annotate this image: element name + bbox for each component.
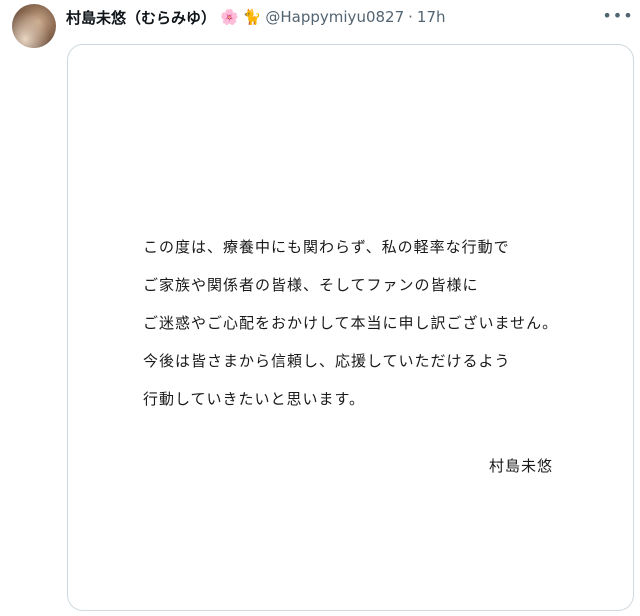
statement-line-2: ご家族や関係者の皆様、そしてファンの皆様に — [143, 276, 479, 294]
display-name[interactable]: 村島未悠（むらみゆ） — [66, 7, 216, 28]
timestamp[interactable]: 17h — [417, 8, 446, 26]
statement-line-5: 行動していきたいと思います。 — [143, 390, 366, 408]
flower-icon: 🌸 — [220, 8, 239, 26]
avatar-image — [12, 4, 56, 48]
statement-line-1: この度は、療養中にも関わらず、私の軽率な行動で — [143, 238, 510, 256]
tweet-header: 村島未悠（むらみゆ） 🌸 🐈 @Happymiyu0827 · 17h — [66, 6, 446, 28]
user-handle[interactable]: @Happymiyu0827 — [265, 8, 404, 26]
more-options-button[interactable]: ••• — [602, 4, 634, 26]
statement-line-4: 今後は皆さまから信頼し、応援していただけるよう — [143, 352, 511, 370]
avatar[interactable] — [12, 4, 56, 48]
tweet-image[interactable]: この度は、療養中にも関わらず、私の軽率な行動で ご家族や関係者の皆様、そしてファ… — [67, 44, 634, 611]
tweet: 村島未悠（むらみゆ） 🌸 🐈 @Happymiyu0827 · 17h ••• … — [0, 0, 640, 616]
statement-text: この度は、療養中にも関わらず、私の軽率な行動で ご家族や関係者の皆様、そしてファ… — [143, 228, 558, 418]
more-icon: ••• — [602, 5, 634, 25]
statement-line-3: ご迷惑やご心配をおかけして本当に申し訳ございません。 — [143, 314, 559, 332]
separator-dot: · — [408, 8, 413, 26]
signature: 村島未悠 — [489, 457, 554, 475]
cat-icon: 🐈 — [242, 8, 262, 26]
